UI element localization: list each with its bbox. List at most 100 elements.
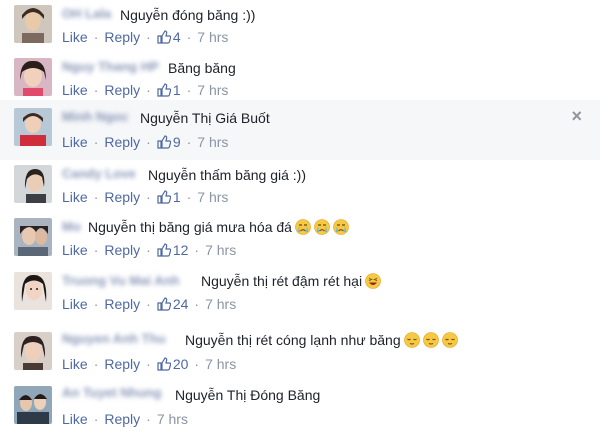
comment-meta: Like · Reply · 12 · 7 hrs [62, 242, 236, 258]
like-count[interactable]: 24 [157, 296, 188, 312]
reply-link[interactable]: Reply [104, 242, 140, 258]
reply-link[interactable]: Reply [104, 134, 140, 150]
comment-item: OH Lala Nguyễn đóng băng :)) Like · Repl… [0, 5, 600, 59]
like-link[interactable]: Like [62, 296, 88, 312]
like-count[interactable]: 1 [157, 82, 181, 98]
avatar[interactable] [14, 332, 52, 370]
like-link[interactable]: Like [62, 242, 88, 258]
like-count[interactable]: 12 [157, 242, 189, 258]
comment-text: Nguyễn Thị Giá Buốt [140, 110, 270, 126]
relieved-face-icon [403, 332, 420, 348]
reply-link[interactable]: Reply [104, 29, 140, 45]
reply-link[interactable]: Reply [104, 82, 140, 98]
comment-item: Mo Nguyễn thị băng giá mưa hóa đá Like ·… [0, 218, 600, 272]
thumbs-up-icon [157, 30, 171, 44]
like-count[interactable]: 1 [157, 189, 181, 205]
separator-dot: · [146, 411, 151, 427]
reply-link[interactable]: Reply [104, 356, 140, 372]
thumbs-up-icon [157, 190, 171, 204]
comment-author[interactable]: An Tuyet Nhung [62, 385, 161, 400]
avatar[interactable] [14, 165, 52, 203]
like-link[interactable]: Like [62, 189, 88, 205]
comment-text-content: Nguyễn thấm băng giá :)) [148, 167, 306, 183]
separator-dot: · [194, 296, 200, 312]
like-link[interactable]: Like [62, 134, 88, 150]
separator-dot: · [186, 189, 192, 205]
comment-list: OH Lala Nguyễn đóng băng :)) Like · Repl… [0, 0, 600, 431]
timestamp[interactable]: 7 hrs [205, 242, 236, 258]
reply-link[interactable]: Reply [104, 189, 140, 205]
separator-dot: · [186, 134, 192, 150]
comment-author[interactable]: Candy Love [62, 166, 136, 181]
comment-text: Nguyễn thị rét đậm rét hại [201, 273, 381, 289]
separator-dot: · [93, 29, 99, 45]
separator-dot: · [93, 82, 99, 98]
like-link[interactable]: Like [62, 411, 88, 427]
timestamp[interactable]: 7 hrs [205, 296, 236, 312]
comment-author[interactable]: OH Lala [62, 6, 111, 21]
relieved-face-icon [441, 332, 458, 348]
comment-text: Nguyễn thị rét cóng lạnh như băng [185, 332, 458, 348]
like-count[interactable]: 20 [157, 356, 188, 372]
reply-link[interactable]: Reply [104, 296, 140, 312]
separator-dot: · [194, 356, 200, 372]
comment-author[interactable]: Nguyen Anh Thu [62, 331, 166, 346]
timestamp[interactable]: 7 hrs [205, 356, 236, 372]
avatar[interactable] [14, 108, 52, 146]
avatar[interactable] [14, 58, 52, 96]
comment-item: Nguyen Anh Thu Nguyễn thị rét cóng lạnh … [0, 328, 600, 382]
comment-meta: Like · Reply · 24 · 7 hrs [62, 296, 236, 312]
like-count-value: 1 [172, 82, 181, 98]
comment-item: Truong Vu Mai Anh Nguyễn thị rét đậm rét… [0, 272, 600, 326]
crying-face-icon [333, 219, 349, 235]
comment-text-content: Nguyễn thị băng giá mưa hóa đá [88, 219, 292, 235]
comment-item: Candy Love Nguyễn thấm băng giá :)) Like… [0, 165, 600, 219]
avatar[interactable] [14, 386, 52, 424]
timestamp[interactable]: 7 hrs [197, 29, 228, 45]
comment-item: An Tuyet Nhung Nguyễn Thị Đóng Băng Like… [0, 384, 600, 431]
separator-dot: · [93, 242, 99, 258]
comment-author[interactable]: Mo [62, 219, 81, 234]
comment-text-content: Nguyễn Thị Đóng Băng [175, 387, 321, 403]
comment-author[interactable]: Truong Vu Mai Anh [62, 273, 179, 288]
comment-author[interactable]: Minh Ngoc [62, 109, 128, 124]
like-link[interactable]: Like [62, 356, 88, 372]
like-link[interactable]: Like [62, 82, 88, 98]
like-count-value: 12 [172, 242, 189, 258]
comment-text-content: Nguyễn Thị Giá Buốt [140, 110, 270, 126]
close-icon[interactable]: × [571, 107, 582, 125]
separator-dot: · [93, 189, 99, 205]
separator-dot: · [186, 29, 192, 45]
comment-text-content: Nguyễn thị rét cóng lạnh như băng [185, 332, 401, 348]
like-count[interactable]: 9 [157, 134, 181, 150]
timestamp[interactable]: 7 hrs [197, 189, 228, 205]
thumbs-up-icon [157, 297, 171, 311]
comment-meta: Like · Reply · 7 hrs [62, 411, 188, 427]
reply-link[interactable]: Reply [104, 411, 140, 427]
like-count-value: 4 [172, 29, 181, 45]
like-count-value: 1 [172, 189, 181, 205]
timestamp[interactable]: 7 hrs [157, 411, 188, 427]
timestamp[interactable]: 7 hrs [197, 82, 228, 98]
separator-dot: · [93, 356, 99, 372]
separator-dot: · [146, 242, 151, 258]
avatar[interactable] [14, 272, 52, 310]
separator-dot: · [146, 134, 151, 150]
separator-dot: · [93, 296, 99, 312]
thumbs-up-icon [157, 243, 171, 257]
comment-meta: Like · Reply · 20 · 7 hrs [62, 356, 236, 372]
comment-text: Băng băng [168, 60, 236, 76]
like-link[interactable]: Like [62, 29, 88, 45]
separator-dot: · [146, 82, 151, 98]
timestamp[interactable]: 7 hrs [197, 134, 228, 150]
avatar[interactable] [14, 5, 52, 43]
crying-face-icon [314, 219, 330, 235]
comment-author[interactable]: Nguy Thang HP [62, 59, 159, 74]
relieved-face-icon [422, 332, 439, 348]
thumbs-up-icon [157, 135, 171, 149]
comment-meta: Like · Reply · 1 · 7 hrs [62, 189, 228, 205]
like-count[interactable]: 4 [157, 29, 181, 45]
thumbs-up-icon [157, 357, 171, 371]
comment-text: Nguyễn Thị Đóng Băng [175, 387, 320, 403]
avatar[interactable] [14, 218, 52, 256]
